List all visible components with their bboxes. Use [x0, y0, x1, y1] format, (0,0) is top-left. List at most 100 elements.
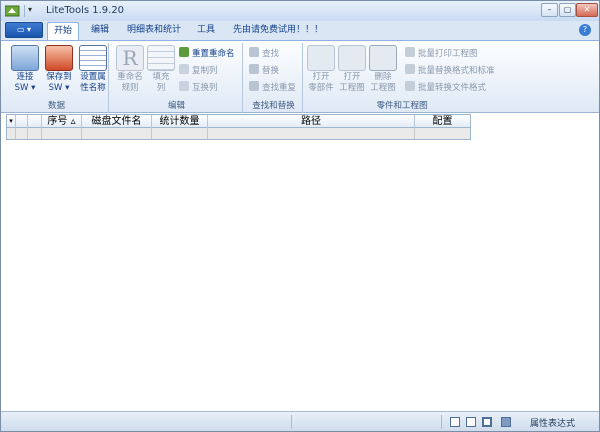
open-drawing-icon [338, 45, 366, 71]
batch-print-button[interactable]: 批量打印工程图 [405, 47, 478, 60]
property-view-icon[interactable] [501, 417, 511, 427]
swap-column-label: 互换列 [192, 83, 218, 93]
fill-column-label: 填充 列 [152, 72, 170, 93]
group-edit: R 重命名 规则 填充 列 重置重命名 复制列 互换列 编辑 [111, 43, 243, 113]
open-part-label: 打开 零部件 [308, 72, 334, 93]
tab-details-statistics[interactable]: 明细表和统计 [121, 22, 187, 40]
status-separator [291, 415, 292, 429]
minimize-button[interactable]: – [541, 3, 558, 17]
connect-sw-button[interactable]: 连接 SW ▾ [8, 45, 42, 94]
title-bar: ▾ LiteTools 1.9.20 – ▢ ✕ [1, 1, 599, 21]
reset-rename-label: 重置重命名 [192, 49, 235, 59]
copy-column-label: 复制列 [192, 66, 218, 76]
table-row[interactable] [7, 128, 470, 139]
group-parts-drawings: 打开 零部件 打开 工程图 删除 工程图 批量打印工程图 批量替换格式和标准 批… [305, 43, 499, 113]
table-cell [42, 128, 82, 139]
open-drawing-button[interactable]: 打开 工程图 [336, 45, 368, 94]
open-part-button[interactable]: 打开 零部件 [305, 45, 337, 94]
app-menu-icon: ▭ [16, 25, 25, 34]
list-view-icon[interactable] [450, 417, 460, 427]
status-bar: 属性表达式 [1, 411, 599, 431]
connect-sw-label: 连接 SW ▾ [14, 72, 36, 93]
table-cell [82, 128, 152, 139]
group-label-edit: 编辑 [167, 101, 185, 111]
find-duplicates-label: 查找重复 [262, 83, 297, 93]
batch-replace-format-label: 批量替换格式和标准 [418, 66, 495, 76]
find-duplicates-icon [249, 81, 259, 91]
delete-drawing-label: 删除 工程图 [370, 72, 396, 93]
attribute-table-icon [79, 45, 107, 71]
column-header-path[interactable]: 路径 [208, 115, 415, 128]
table-cell [208, 128, 415, 139]
tab-tools[interactable]: 工具 [191, 22, 221, 40]
app-menu-button[interactable]: ▭ ▾ [5, 22, 43, 38]
table-cell [7, 128, 16, 139]
set-attribute-name-button[interactable]: 设置属 性名称 [77, 45, 109, 94]
group-data: 连接 SW ▾ 保存到 SW ▾ 设置属 性名称 数据 [5, 43, 109, 113]
reset-rename-button[interactable]: 重置重命名 [179, 47, 235, 60]
status-separator [441, 415, 442, 429]
app-menu-dropdown-icon: ▾ [27, 25, 32, 34]
window-title: LiteTools 1.9.20 [46, 5, 125, 16]
set-attribute-name-label: 设置属 性名称 [80, 72, 106, 93]
convert-format-icon [405, 81, 415, 91]
data-grid[interactable]: ▾ 序号 ▵ 磁盘文件名 统计数量 路径 配置 [6, 114, 471, 140]
rename-rule-label: 重命名 规则 [117, 72, 143, 93]
column-header-filename[interactable]: 磁盘文件名 [82, 115, 152, 128]
rename-rule-button[interactable]: R 重命名 规则 [113, 45, 147, 94]
open-part-icon [307, 45, 335, 71]
tab-free-trial[interactable]: 先由请免费试用！！！ [227, 22, 329, 40]
column-header-index[interactable]: 序号 ▵ [42, 115, 82, 128]
app-logo-icon [5, 5, 20, 17]
open-drawing-label: 打开 工程图 [339, 72, 365, 93]
swap-column-icon [179, 81, 189, 91]
book-view-icon[interactable] [482, 417, 492, 427]
copy-column-icon [179, 64, 189, 74]
printer-icon [405, 47, 415, 57]
help-icon[interactable]: ? [579, 24, 591, 36]
replace-button[interactable]: 替换 [249, 64, 279, 77]
reset-rename-icon [179, 47, 189, 57]
find-button[interactable]: 查找 [249, 47, 279, 60]
tab-edit[interactable]: 编辑 [85, 22, 115, 40]
grid-header: ▾ 序号 ▵ 磁盘文件名 统计数量 路径 配置 [7, 115, 470, 128]
batch-convert-button[interactable]: 批量转换文件格式 [405, 81, 486, 94]
column-header-config[interactable]: 配置 [415, 115, 470, 128]
batch-convert-label: 批量转换文件格式 [418, 83, 487, 93]
ribbon-tab-bar: ▭ ▾ 开始 编辑 明细表和统计 工具 先由请免费试用！！！ ? [1, 21, 599, 40]
group-label-parts-drawings: 零件和工程图 [376, 101, 428, 111]
group-label-data: 数据 [47, 101, 65, 111]
binoculars-icon [249, 47, 259, 57]
grid-checkbox-header[interactable] [28, 115, 42, 128]
replace-icon [249, 64, 259, 74]
quick-access-dropdown-icon[interactable]: ▾ [28, 5, 32, 14]
copy-column-button[interactable]: 复制列 [179, 64, 218, 77]
rename-rule-icon: R [116, 45, 144, 71]
find-duplicates-button[interactable]: 查找重复 [249, 81, 296, 94]
table-cell [152, 128, 208, 139]
tab-home[interactable]: 开始 [47, 22, 80, 40]
app-window: ▾ LiteTools 1.9.20 – ▢ ✕ ▭ ▾ 开始 编辑 明细表和统… [0, 0, 600, 432]
save-to-sw-button[interactable]: 保存到 SW ▾ [42, 45, 76, 94]
save-icon [45, 45, 73, 71]
replace-label: 替换 [262, 66, 280, 76]
group-find-replace: 查找 替换 查找重复 查找和替换 [245, 43, 303, 113]
save-to-sw-label: 保存到 SW ▾ [46, 72, 72, 93]
fill-column-icon [147, 45, 175, 71]
batch-print-label: 批量打印工程图 [418, 49, 478, 59]
find-label: 查找 [262, 49, 280, 59]
detail-view-icon[interactable] [466, 417, 476, 427]
grid-menu-icon[interactable]: ▾ [7, 115, 16, 128]
delete-drawing-button[interactable]: 删除 工程图 [367, 45, 399, 94]
table-cell [415, 128, 470, 139]
delete-drawing-icon [369, 45, 397, 71]
column-header-count[interactable]: 统计数量 [152, 115, 208, 128]
status-text: 属性表达式 [529, 419, 575, 429]
close-button[interactable]: ✕ [576, 3, 598, 17]
fill-column-button[interactable]: 填充 列 [147, 45, 175, 94]
maximize-button[interactable]: ▢ [559, 3, 576, 17]
batch-replace-format-button[interactable]: 批量替换格式和标准 [405, 64, 495, 77]
replace-format-icon [405, 64, 415, 74]
swap-column-button[interactable]: 互换列 [179, 81, 218, 94]
quick-access-separator [24, 5, 25, 17]
